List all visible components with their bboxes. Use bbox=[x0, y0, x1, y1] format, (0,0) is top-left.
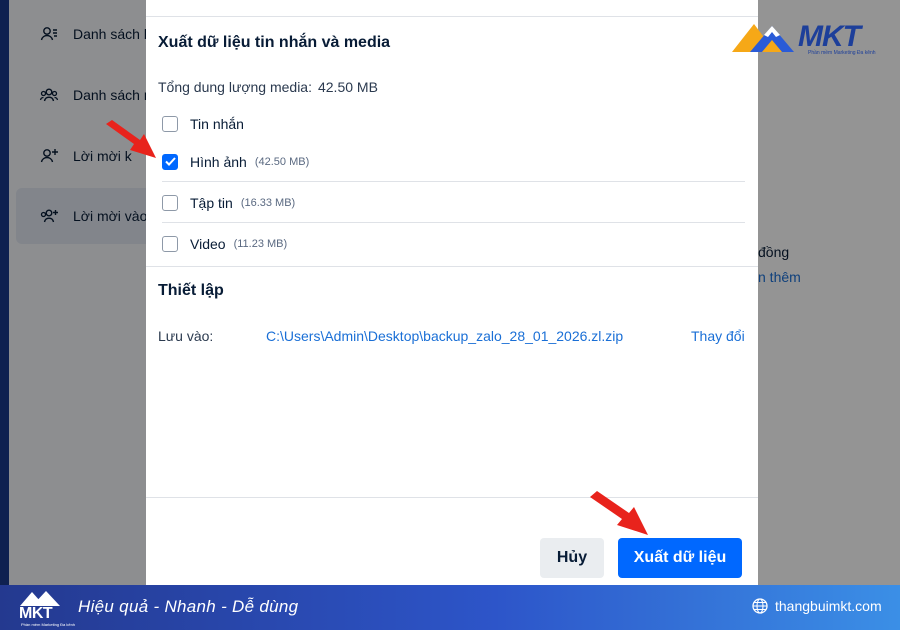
mkt-mountain-logo-icon bbox=[732, 24, 794, 52]
option-label: Video bbox=[190, 236, 226, 252]
banner-logo-tagline: Phần mềm Marketing Đa kênh bbox=[21, 622, 76, 627]
option-size: (42.50 MB) bbox=[254, 155, 310, 168]
save-location-label: Lưu vào: bbox=[158, 328, 214, 344]
divider bbox=[146, 497, 758, 498]
red-arrow-icon bbox=[590, 491, 648, 535]
option-size: (11.23 MB) bbox=[233, 238, 288, 250]
bottom-banner: MKT Phần mềm Marketing Đa kênh Hiệu quả … bbox=[0, 585, 900, 630]
save-path-link[interactable]: C:\Users\Admin\Desktop\backup_zalo_28_01… bbox=[266, 328, 623, 344]
video-checkbox[interactable] bbox=[162, 236, 178, 252]
divider bbox=[146, 266, 758, 267]
images-checkbox[interactable] bbox=[162, 153, 178, 170]
option-messages[interactable]: Tin nhắn bbox=[162, 104, 745, 144]
banner-website: thangbuimkt.com bbox=[752, 598, 882, 614]
change-location-link[interactable]: Thay đổi bbox=[691, 328, 745, 344]
option-size: (16.33 MB) bbox=[240, 196, 296, 209]
globe-icon bbox=[752, 598, 768, 614]
option-images[interactable]: Hình ảnh (42.50 MB) bbox=[162, 142, 745, 182]
messages-checkbox[interactable] bbox=[162, 116, 178, 132]
option-label: Hình ảnh bbox=[190, 153, 247, 170]
option-label: Tin nhắn bbox=[190, 116, 244, 132]
option-label: Tập tin bbox=[190, 194, 233, 211]
red-arrow-icon bbox=[106, 120, 156, 158]
banner-logo-word: MKT bbox=[19, 605, 53, 622]
option-files[interactable]: Tập tin (16.33 MB) bbox=[162, 183, 745, 223]
banner-slogan: Hiệu quả - Nhanh - Dễ dùng bbox=[78, 597, 299, 616]
logo-word: MKT bbox=[798, 20, 861, 53]
export-data-button[interactable]: Xuất dữ liệu bbox=[618, 538, 742, 578]
logo-tagline: Phần mềm Marketing Đa kênh bbox=[808, 50, 876, 56]
checkmark-icon bbox=[164, 157, 176, 166]
total-media-value: 42.50 MB bbox=[317, 79, 378, 95]
cancel-button[interactable]: Hủy bbox=[540, 538, 604, 578]
total-media-label: Tổng dung lượng media: bbox=[158, 79, 312, 95]
banner-website-text: thangbuimkt.com bbox=[775, 598, 882, 614]
mkt-logo: MKT Phần mềm Marketing Đa kênh bbox=[732, 18, 877, 60]
files-checkbox[interactable] bbox=[162, 194, 178, 211]
option-video[interactable]: Video (11.23 MB) bbox=[162, 224, 745, 264]
export-data-dialog: Xuất dữ liệu tin nhắn và media Tổng dung… bbox=[146, 0, 758, 594]
settings-section-title: Thiết lập bbox=[158, 282, 224, 299]
export-section-title: Xuất dữ liệu tin nhắn và media bbox=[158, 34, 391, 51]
total-media-size: Tổng dung lượng media: 42.50 MB bbox=[158, 79, 378, 95]
banner-logo: MKT Phần mềm Marketing Đa kênh bbox=[18, 589, 75, 627]
divider bbox=[146, 16, 758, 17]
